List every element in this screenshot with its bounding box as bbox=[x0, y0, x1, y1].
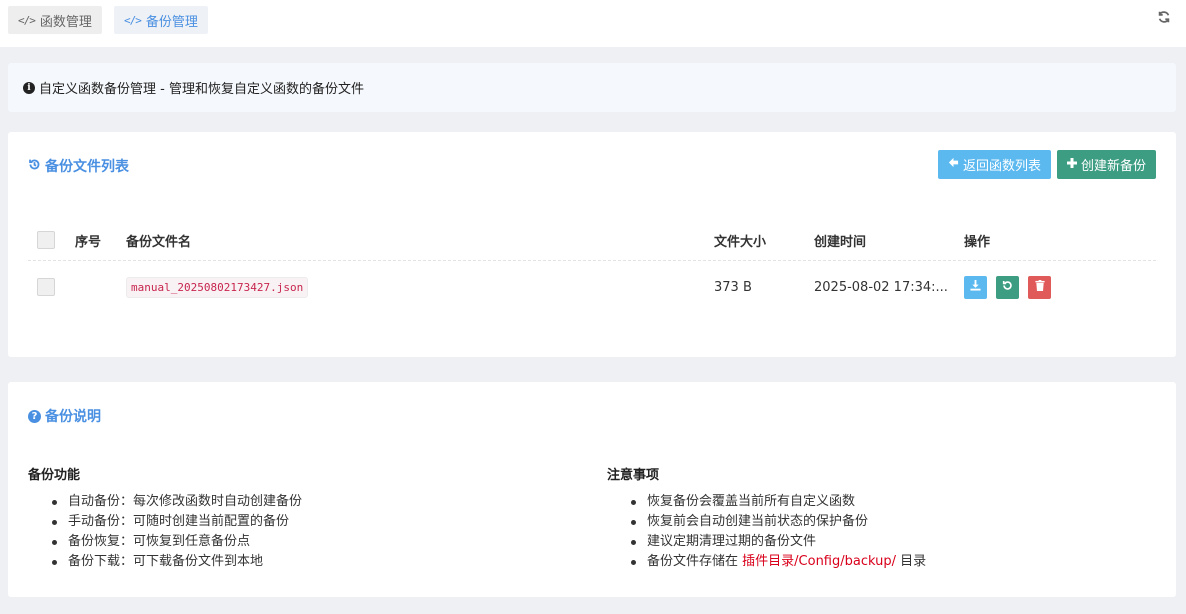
list-item: 手动备份：可随时创建当前配置的备份 bbox=[48, 512, 302, 532]
list-item: 备份恢复：可恢复到任意备份点 bbox=[48, 532, 302, 552]
header-actions: 操作 bbox=[964, 234, 991, 250]
tab-label: 备份管理 bbox=[145, 14, 198, 30]
notes-title-text: 备份说明 bbox=[45, 409, 101, 425]
history-icon bbox=[28, 158, 41, 175]
list-item-storage-path: 备份文件存储在 插件目录/Config/backup/ 目录 bbox=[627, 552, 926, 572]
info-text: 自定义函数备份管理 - 管理和恢复自定义函数的备份文件 bbox=[39, 82, 364, 97]
restore-button[interactable] bbox=[996, 275, 1019, 299]
create-backup-button[interactable]: 创建新备份 bbox=[1056, 150, 1156, 179]
refresh-icon[interactable] bbox=[1156, 10, 1172, 26]
path-suffix: 目录 bbox=[900, 554, 927, 569]
info-alert: i 自定义函数备份管理 - 管理和恢复自定义函数的备份文件 bbox=[8, 63, 1176, 112]
features-list: 自动备份：每次修改函数时自动创建备份 手动备份：可随时创建当前配置的备份 备份恢… bbox=[28, 492, 302, 572]
create-button-label: 创建新备份 bbox=[1080, 159, 1146, 174]
header-size: 文件大小 bbox=[714, 234, 767, 250]
row-size: 373 B bbox=[714, 279, 752, 295]
back-to-function-list-button[interactable]: 返回函数列表 bbox=[937, 150, 1051, 179]
features-heading: 备份功能 bbox=[28, 468, 81, 483]
header-created: 创建时间 bbox=[814, 234, 867, 250]
select-all-cell bbox=[37, 220, 55, 260]
row-select-cell bbox=[37, 261, 55, 313]
code-icon: </> bbox=[18, 13, 36, 27]
panel-title: 备份文件列表 bbox=[28, 156, 129, 176]
list-item: 建议定期清理过期的备份文件 bbox=[627, 532, 926, 552]
row-filename-cell: manual_20250802173427.json bbox=[126, 261, 309, 313]
list-item: 自动备份：每次修改函数时自动创建备份 bbox=[48, 492, 302, 512]
panel-title-text: 备份文件列表 bbox=[45, 159, 129, 175]
notes-panel-title: ? 备份说明 bbox=[28, 406, 101, 426]
header-index: 序号 bbox=[75, 234, 102, 250]
code-icon: </> bbox=[124, 13, 142, 27]
tab-function-management[interactable]: </> 函数管理 bbox=[8, 6, 102, 34]
trash-icon bbox=[1034, 280, 1045, 294]
features-section: 备份功能 自动备份：每次修改函数时自动创建备份 手动备份：可随时创建当前配置的备… bbox=[28, 464, 302, 572]
backup-path: 插件目录/Config/backup/ bbox=[742, 554, 896, 569]
header-filename: 备份文件名 bbox=[126, 234, 192, 250]
row-created: 2025-08-02 17:34:... bbox=[814, 279, 948, 295]
tab-label: 函数管理 bbox=[39, 14, 92, 30]
download-button[interactable] bbox=[964, 275, 987, 299]
download-icon bbox=[970, 280, 981, 294]
info-icon: i bbox=[23, 81, 35, 94]
path-prefix: 备份文件存储在 bbox=[647, 554, 739, 569]
backup-list-panel: 备份文件列表 返回函数列表 创建新备份 序号 备份文件名 文件大小 创建时间 操… bbox=[8, 132, 1176, 357]
cautions-section: 注意事项 恢复备份会覆盖当前所有自定义函数 恢复前会自动创建当前状态的保护备份 … bbox=[607, 464, 926, 572]
table-row: manual_20250802173427.json 373 B 2025-08… bbox=[28, 261, 1156, 313]
arrow-left-icon bbox=[948, 157, 959, 172]
table-header: 序号 备份文件名 文件大小 创建时间 操作 bbox=[28, 220, 1156, 261]
top-tab-bar: </> 函数管理 </> 备份管理 bbox=[0, 0, 1186, 47]
backup-notes-panel: ? 备份说明 备份功能 自动备份：每次修改函数时自动创建备份 手动备份：可随时创… bbox=[8, 382, 1176, 597]
list-item: 恢复备份会覆盖当前所有自定义函数 bbox=[627, 492, 926, 512]
tab-backup-management[interactable]: </> 备份管理 bbox=[114, 6, 208, 34]
question-circle-icon: ? bbox=[28, 409, 41, 423]
cautions-heading: 注意事项 bbox=[607, 468, 660, 483]
list-item: 备份下载：可下载备份文件到本地 bbox=[48, 552, 302, 572]
select-all-checkbox[interactable] bbox=[37, 231, 55, 249]
cautions-list: 恢复备份会覆盖当前所有自定义函数 恢复前会自动创建当前状态的保护备份 建议定期清… bbox=[607, 492, 926, 572]
delete-button[interactable] bbox=[1028, 275, 1051, 299]
back-button-label: 返回函数列表 bbox=[962, 159, 1041, 174]
list-item: 恢复前会自动创建当前状态的保护备份 bbox=[627, 512, 926, 532]
undo-icon bbox=[1002, 280, 1013, 294]
row-filename: manual_20250802173427.json bbox=[126, 276, 309, 298]
row-checkbox[interactable] bbox=[37, 278, 55, 296]
row-actions bbox=[964, 261, 1051, 313]
plus-icon bbox=[1066, 157, 1077, 172]
